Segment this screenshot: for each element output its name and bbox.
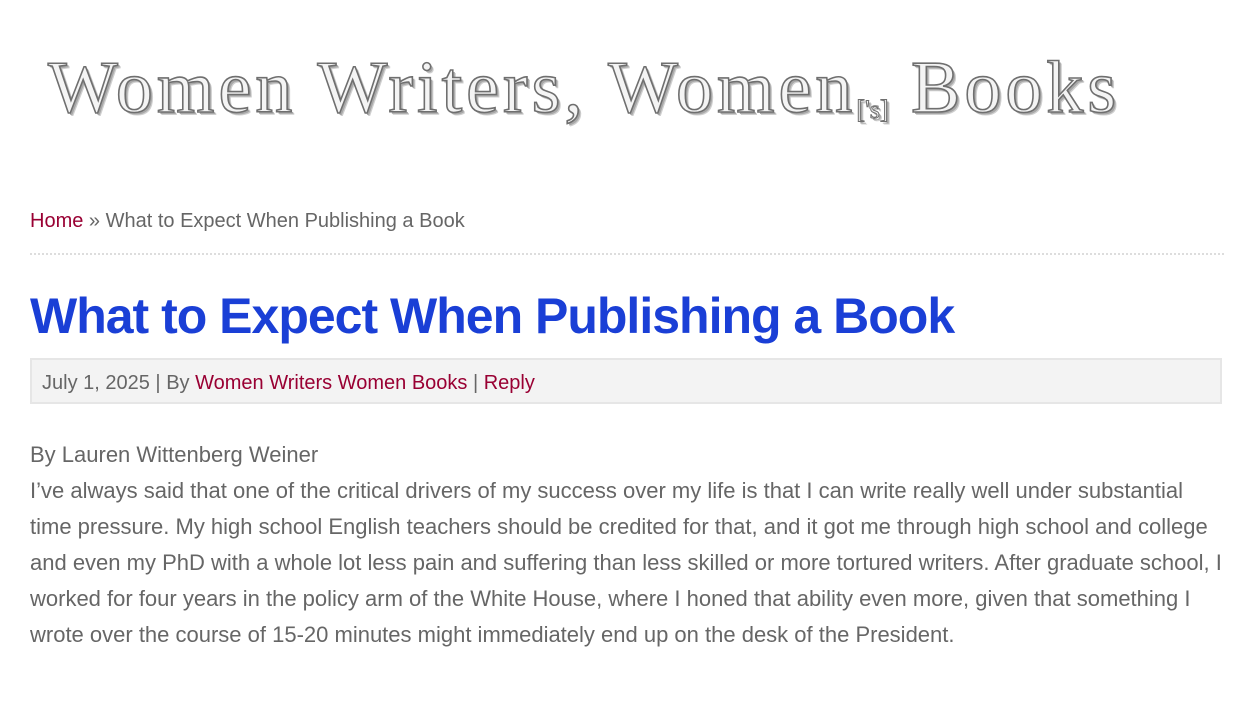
site-logo[interactable]: Women Writers, Women['s] Books	[47, 38, 1168, 138]
post-title[interactable]: What to Expect When Publishing a Book	[30, 284, 955, 348]
post-content: By Lauren Wittenberg Weiner I’ve always …	[30, 437, 1224, 653]
reply-link[interactable]: Reply	[484, 372, 535, 394]
site-logo-text: Women Writers, Women['s] Books	[47, 38, 1121, 160]
logo-part-women-writers: Women Writers, Women	[47, 46, 857, 130]
post-paragraph: I’ve always said that one of the critica…	[30, 478, 1222, 647]
breadcrumb-current: What to Expect When Publishing a Book	[105, 210, 465, 232]
logo-part-s: ['s]	[856, 95, 889, 125]
breadcrumb-home-link[interactable]: Home	[30, 210, 83, 232]
breadcrumb: Home » What to Expect When Publishing a …	[30, 210, 465, 233]
by-label: By	[166, 372, 190, 394]
logo-part-books: Books	[910, 46, 1121, 130]
breadcrumb-divider	[30, 253, 1224, 255]
post-byline: By Lauren Wittenberg Weiner	[30, 442, 319, 467]
breadcrumb-separator: »	[88, 210, 101, 232]
meta-separator: |	[155, 372, 161, 394]
author-link[interactable]: Women Writers Women Books	[195, 372, 467, 394]
post-meta-bar: July 1, 2025 | By Women Writers Women Bo…	[30, 358, 1222, 404]
post-date: July 1, 2025	[42, 372, 150, 394]
meta-separator: |	[472, 372, 479, 394]
